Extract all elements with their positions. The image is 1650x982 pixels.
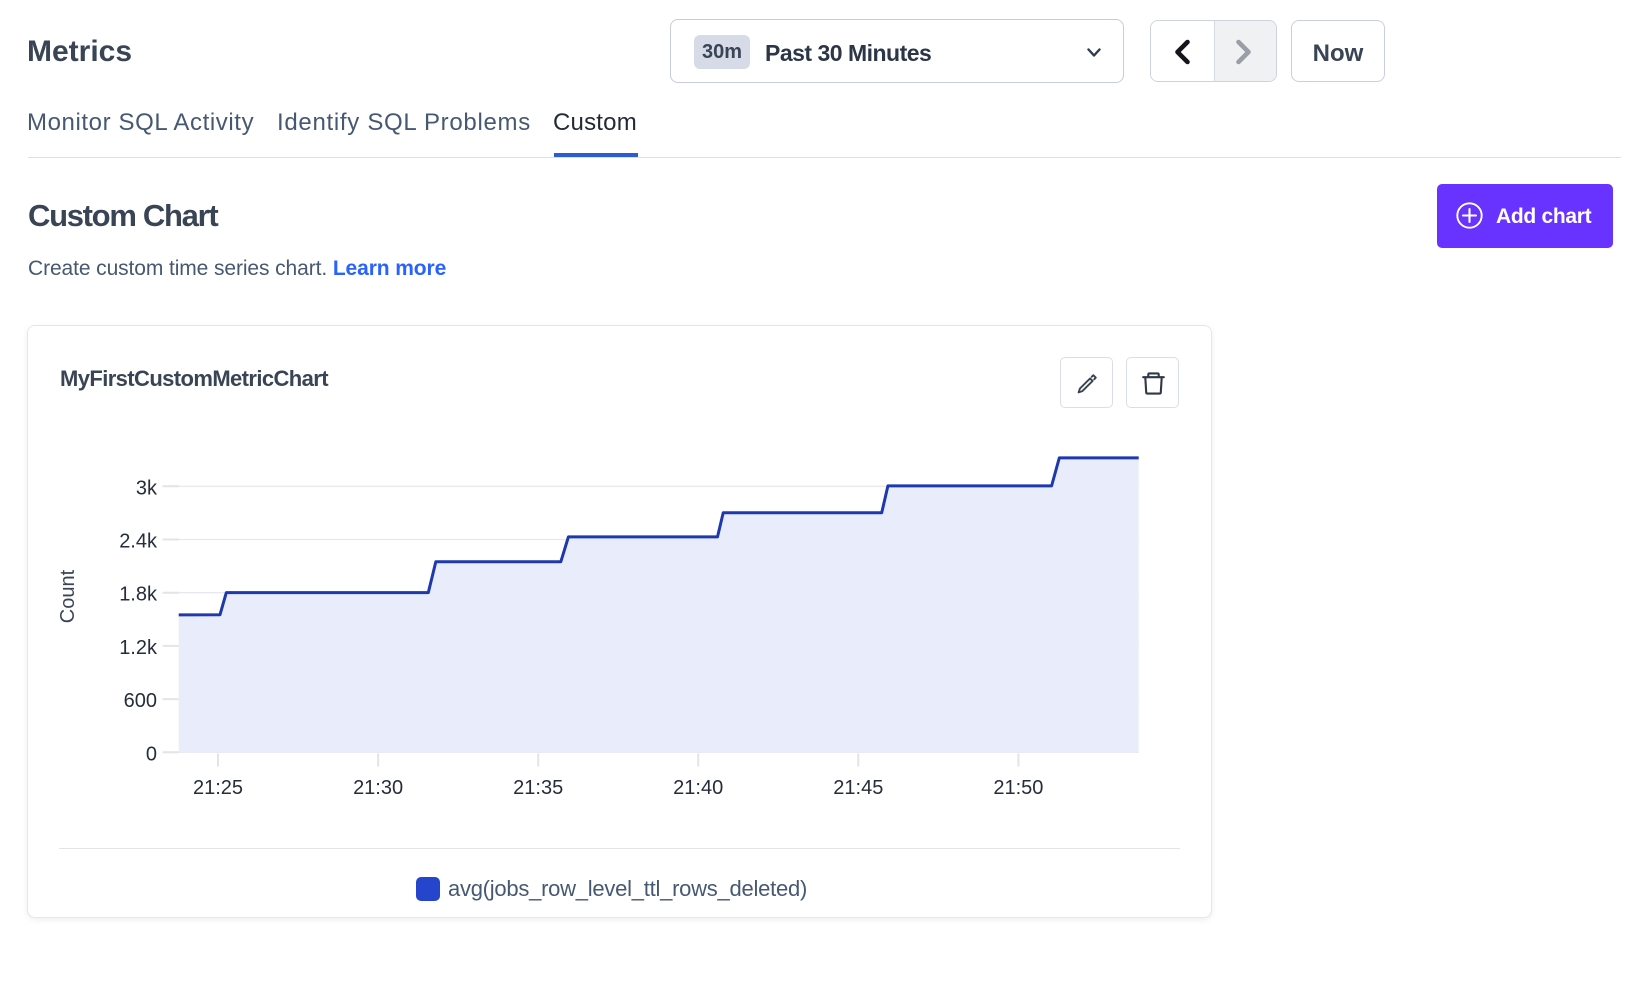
- svg-text:1.8k: 1.8k: [119, 584, 158, 606]
- svg-text:21:40: 21:40: [673, 777, 723, 799]
- svg-text:1.2k: 1.2k: [119, 637, 158, 659]
- svg-text:3k: 3k: [136, 477, 158, 499]
- svg-text:21:30: 21:30: [353, 777, 403, 799]
- svg-text:21:25: 21:25: [193, 777, 243, 799]
- svg-text:600: 600: [124, 690, 157, 712]
- svg-text:2.4k: 2.4k: [119, 531, 158, 553]
- svg-text:Count: Count: [57, 569, 79, 623]
- svg-text:21:45: 21:45: [833, 777, 883, 799]
- svg-text:21:35: 21:35: [513, 777, 563, 799]
- svg-text:0: 0: [146, 743, 157, 765]
- svg-text:21:50: 21:50: [993, 777, 1043, 799]
